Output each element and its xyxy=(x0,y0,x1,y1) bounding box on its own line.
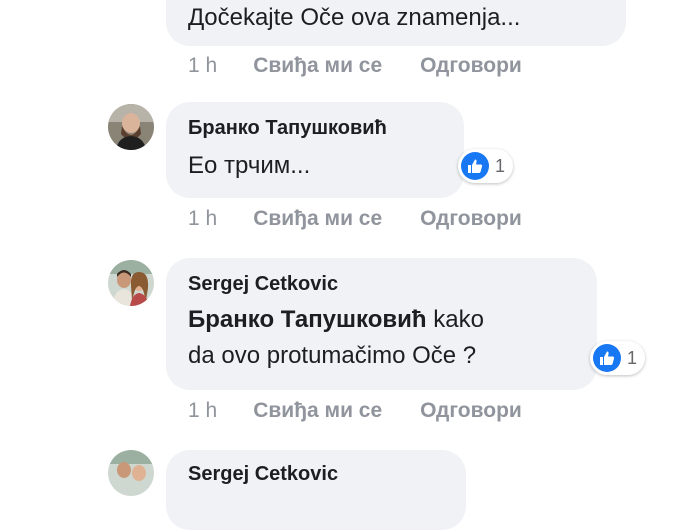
comment-bubble: Бранко Тапушковић Ео трчим... xyxy=(166,102,464,198)
comment-text-line1: kako xyxy=(426,306,484,333)
mention-link[interactable]: Бранко Тапушковић xyxy=(188,306,427,333)
thumbs-up-icon xyxy=(593,344,621,372)
reaction-badge[interactable]: 1 xyxy=(590,341,646,375)
comment-actions: 1 h Свиђа ми се Одговори xyxy=(188,54,522,78)
comment-time[interactable]: 1 h xyxy=(188,54,217,78)
comment-text: Дočekajte Oče ova znamenja... xyxy=(188,4,521,31)
comment-text-line2: da ovo protumačimo Oče ? xyxy=(188,342,477,369)
reaction-badge[interactable]: 1 xyxy=(458,149,514,183)
like-link[interactable]: Свиђа ми се xyxy=(253,54,382,78)
like-link[interactable]: Свиђа ми се xyxy=(253,207,382,231)
thumbs-up-icon xyxy=(461,152,489,180)
comment-actions: 1 h Свиђа ми се Одговори xyxy=(188,207,522,231)
reaction-count: 1 xyxy=(495,155,506,176)
comment-actions: 1 h Свиђа ми се Одговори xyxy=(188,399,522,423)
comment-author[interactable]: Sergej Cetkovic xyxy=(188,462,444,486)
avatar[interactable] xyxy=(108,104,154,150)
avatar[interactable] xyxy=(108,450,154,496)
reaction-count: 1 xyxy=(627,347,638,368)
like-link[interactable]: Свиђа ми се xyxy=(253,399,382,423)
comment-author[interactable]: Sergej Cetkovic xyxy=(188,272,575,296)
reply-link[interactable]: Одговори xyxy=(420,399,522,423)
comment-text: Бранко Тапушковић kako xyxy=(188,302,575,338)
reply-link[interactable]: Одговори xyxy=(420,207,522,231)
comment-time[interactable]: 1 h xyxy=(188,207,217,231)
comment-bubble: Sergej Cetkovic xyxy=(166,450,466,530)
comment-time[interactable]: 1 h xyxy=(188,399,217,423)
comment-author[interactable]: Бранко Тапушковић xyxy=(188,116,442,140)
comment-bubble: Дočekajte Oče ova znamenja... xyxy=(166,0,626,46)
comment-bubble: Sergej Cetkovic Бранко Тапушковић kako d… xyxy=(166,258,597,390)
avatar[interactable] xyxy=(108,260,154,306)
comment-text: Ео трчим... xyxy=(188,152,311,179)
reply-link[interactable]: Одговори xyxy=(420,54,522,78)
